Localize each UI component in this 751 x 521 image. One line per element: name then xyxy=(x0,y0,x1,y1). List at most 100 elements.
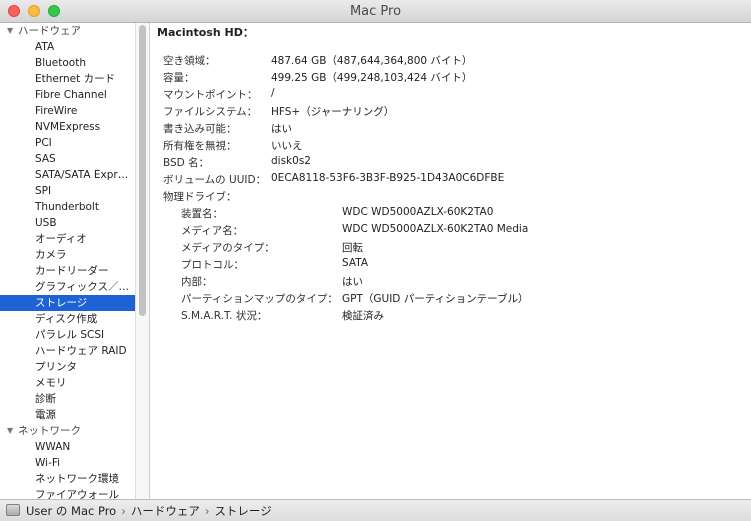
title-bar[interactable]: Mac Pro xyxy=(0,0,751,23)
sidebar-item-label: WWAN xyxy=(35,441,71,453)
drive-field-label: S.M.A.R.T. 状況： xyxy=(181,310,268,322)
sidebar-item-label: ハードウェア RAID xyxy=(35,345,127,357)
sidebar-item[interactable]: ハードウェア RAID xyxy=(0,343,135,359)
drive-field-label: メディア名： xyxy=(181,225,244,237)
breadcrumb-item[interactable]: ストレージ xyxy=(214,504,271,518)
sidebar-item[interactable]: Thunderbolt xyxy=(0,199,135,215)
breadcrumb-item[interactable]: ハードウェア xyxy=(131,504,200,518)
sidebar-item-label: Wi-Fi xyxy=(35,457,61,469)
sidebar-item-label: ネットワーク環境 xyxy=(35,473,119,485)
sidebar-item[interactable]: ファイアウォール xyxy=(0,487,135,499)
sidebar-group[interactable]: ▼ ハードウェア xyxy=(0,23,135,39)
sidebar-item-label: Fibre Channel xyxy=(35,89,107,101)
field-value: / xyxy=(271,87,275,99)
sidebar-item[interactable]: Bluetooth xyxy=(0,55,135,71)
window-title: Mac Pro xyxy=(349,4,402,19)
sidebar-item[interactable]: ディスク作成 xyxy=(0,311,135,327)
breadcrumb-item[interactable]: User の Mac Pro xyxy=(26,504,116,518)
field-value: 0ECA8118-53F6-3B3F-B925-1D43A0C6DFBE xyxy=(271,172,505,184)
sidebar-item-label: Bluetooth xyxy=(35,57,86,69)
sidebar-item[interactable]: オーディオ xyxy=(0,231,135,247)
sidebar-item-label: Ethernet カード xyxy=(35,73,116,85)
sidebar-scrollbar[interactable] xyxy=(135,23,150,499)
field-value: 487.64 GB（487,644,364,800 バイト） xyxy=(271,55,473,67)
sidebar-item-label: 電源 xyxy=(35,409,56,421)
sidebar-item[interactable]: パラレル SCSI xyxy=(0,327,135,343)
volume-title: Macintosh HD： xyxy=(157,26,254,39)
sidebar-item[interactable]: ネットワーク環境 xyxy=(0,471,135,487)
sidebar: ▼ ハードウェア ATA Bluetooth Ethernet カード Fibre Cha… xyxy=(0,23,135,499)
sidebar-item[interactable]: FireWire xyxy=(0,103,135,119)
sidebar-item-label: PCI xyxy=(35,137,52,149)
sidebar-item[interactable]: NVMExpress xyxy=(0,119,135,135)
breadcrumb-separator: › xyxy=(121,504,126,518)
field-value: disk0s2 xyxy=(271,155,311,167)
field-value: はい xyxy=(271,123,292,135)
sidebar-item-label: カードリーダー xyxy=(35,265,109,277)
sidebar-item[interactable]: 診断 xyxy=(0,391,135,407)
sidebar-item[interactable]: SATA/SATA Expr… xyxy=(0,167,135,183)
drive-field-label: プロトコル： xyxy=(181,259,244,271)
drive-field-label: 内部： xyxy=(181,276,213,288)
breadcrumb-separator: › xyxy=(204,504,210,518)
sidebar-item[interactable]: カードリーダー xyxy=(0,263,135,279)
sidebar-group-label: ハードウェア xyxy=(18,25,81,37)
field-value: HFS+（ジャーナリング） xyxy=(271,106,395,118)
field-label: BSD 名： xyxy=(163,157,210,169)
sidebar-item-label: USB xyxy=(35,217,57,229)
physical-drive-label: 物理ドライブ： xyxy=(163,191,237,203)
sidebar-item-label: ディスク作成 xyxy=(35,313,98,325)
sidebar-item[interactable]: PCI xyxy=(0,135,135,151)
hard-drive-icon xyxy=(6,504,20,516)
drive-field-value: 回転 xyxy=(342,242,363,254)
sidebar-item[interactable]: SAS xyxy=(0,151,135,167)
sidebar-item-label: FireWire xyxy=(35,105,78,117)
sidebar-item-label: オーディオ xyxy=(35,233,87,245)
field-label: 書き込み可能： xyxy=(163,123,237,135)
sidebar-item[interactable]: SPI xyxy=(0,183,135,199)
sidebar-item[interactable]: ATA xyxy=(0,39,135,55)
sidebar-item[interactable]: プリンタ xyxy=(0,359,135,375)
sidebar-scrollbar-thumb[interactable] xyxy=(139,25,146,316)
sidebar-item[interactable]: USB xyxy=(0,215,135,231)
field-label: ファイルシステム： xyxy=(163,106,258,118)
disclosure-triangle-icon[interactable]: ▼ xyxy=(7,423,13,439)
sidebar-item-label: Thunderbolt xyxy=(35,201,99,213)
detail-pane: Macintosh HD： 空き領域： 487.64 GB（487,644,364… xyxy=(151,23,751,499)
sidebar-item-label: ストレージ xyxy=(35,297,88,309)
sidebar-item-label: 診断 xyxy=(35,393,56,405)
sidebar-item[interactable]: Wi-Fi xyxy=(0,455,135,471)
sidebar-item[interactable]: Ethernet カード xyxy=(0,71,135,87)
drive-field-value: GPT（GUID パーティションテーブル） xyxy=(342,293,529,305)
sidebar-item-label: プリンタ xyxy=(35,361,77,373)
sidebar-item-label: NVMExpress xyxy=(35,121,101,133)
sidebar-item[interactable]: 電源 xyxy=(0,407,135,423)
sidebar-item[interactable]: WWAN xyxy=(0,439,135,455)
status-bar: User の Mac Pro › ハードウェア › ストレージ xyxy=(0,499,751,521)
sidebar-item-label: パラレル SCSI xyxy=(35,329,105,341)
sidebar-item-label: グラフィックス／… xyxy=(35,281,129,293)
field-label: 空き領域： xyxy=(163,55,216,67)
field-label: ボリュームの UUID： xyxy=(163,174,267,186)
field-label: 容量： xyxy=(163,72,195,84)
sidebar-item[interactable]: ストレージ xyxy=(0,295,135,311)
sidebar-item-label: メモリ xyxy=(35,377,67,389)
drive-field-value: WDC WD5000AZLX-60K2TA0 Media xyxy=(342,223,529,235)
sidebar-item[interactable]: カメラ xyxy=(0,247,135,263)
sidebar-item-label: SATA/SATA Expr… xyxy=(35,169,129,181)
system-information-window: Mac Pro ▼ ハードウェア ATA Bluetooth Ethernet カード F… xyxy=(0,0,751,521)
sidebar-item-label: SPI xyxy=(35,185,52,197)
drive-field-value: WDC WD5000AZLX-60K2TA0 xyxy=(342,206,494,218)
sidebar-group-label: ネットワーク xyxy=(18,425,81,437)
sidebar-group[interactable]: ▼ ネットワーク xyxy=(0,423,135,439)
field-label: マウントポイント： xyxy=(163,89,258,101)
sidebar-item[interactable]: グラフィックス／… xyxy=(0,279,135,295)
field-label: 所有権を無視： xyxy=(163,140,237,152)
sidebar-item[interactable]: メモリ xyxy=(0,375,135,391)
sidebar-item-label: ファイアウォール xyxy=(35,489,119,499)
sidebar-item[interactable]: Fibre Channel xyxy=(0,87,135,103)
drive-field-value: はい xyxy=(342,276,363,288)
field-value: 499.25 GB（499,248,103,424 バイト） xyxy=(271,72,473,84)
sidebar-item-label: カメラ xyxy=(35,249,67,261)
disclosure-triangle-icon[interactable]: ▼ xyxy=(7,23,13,39)
